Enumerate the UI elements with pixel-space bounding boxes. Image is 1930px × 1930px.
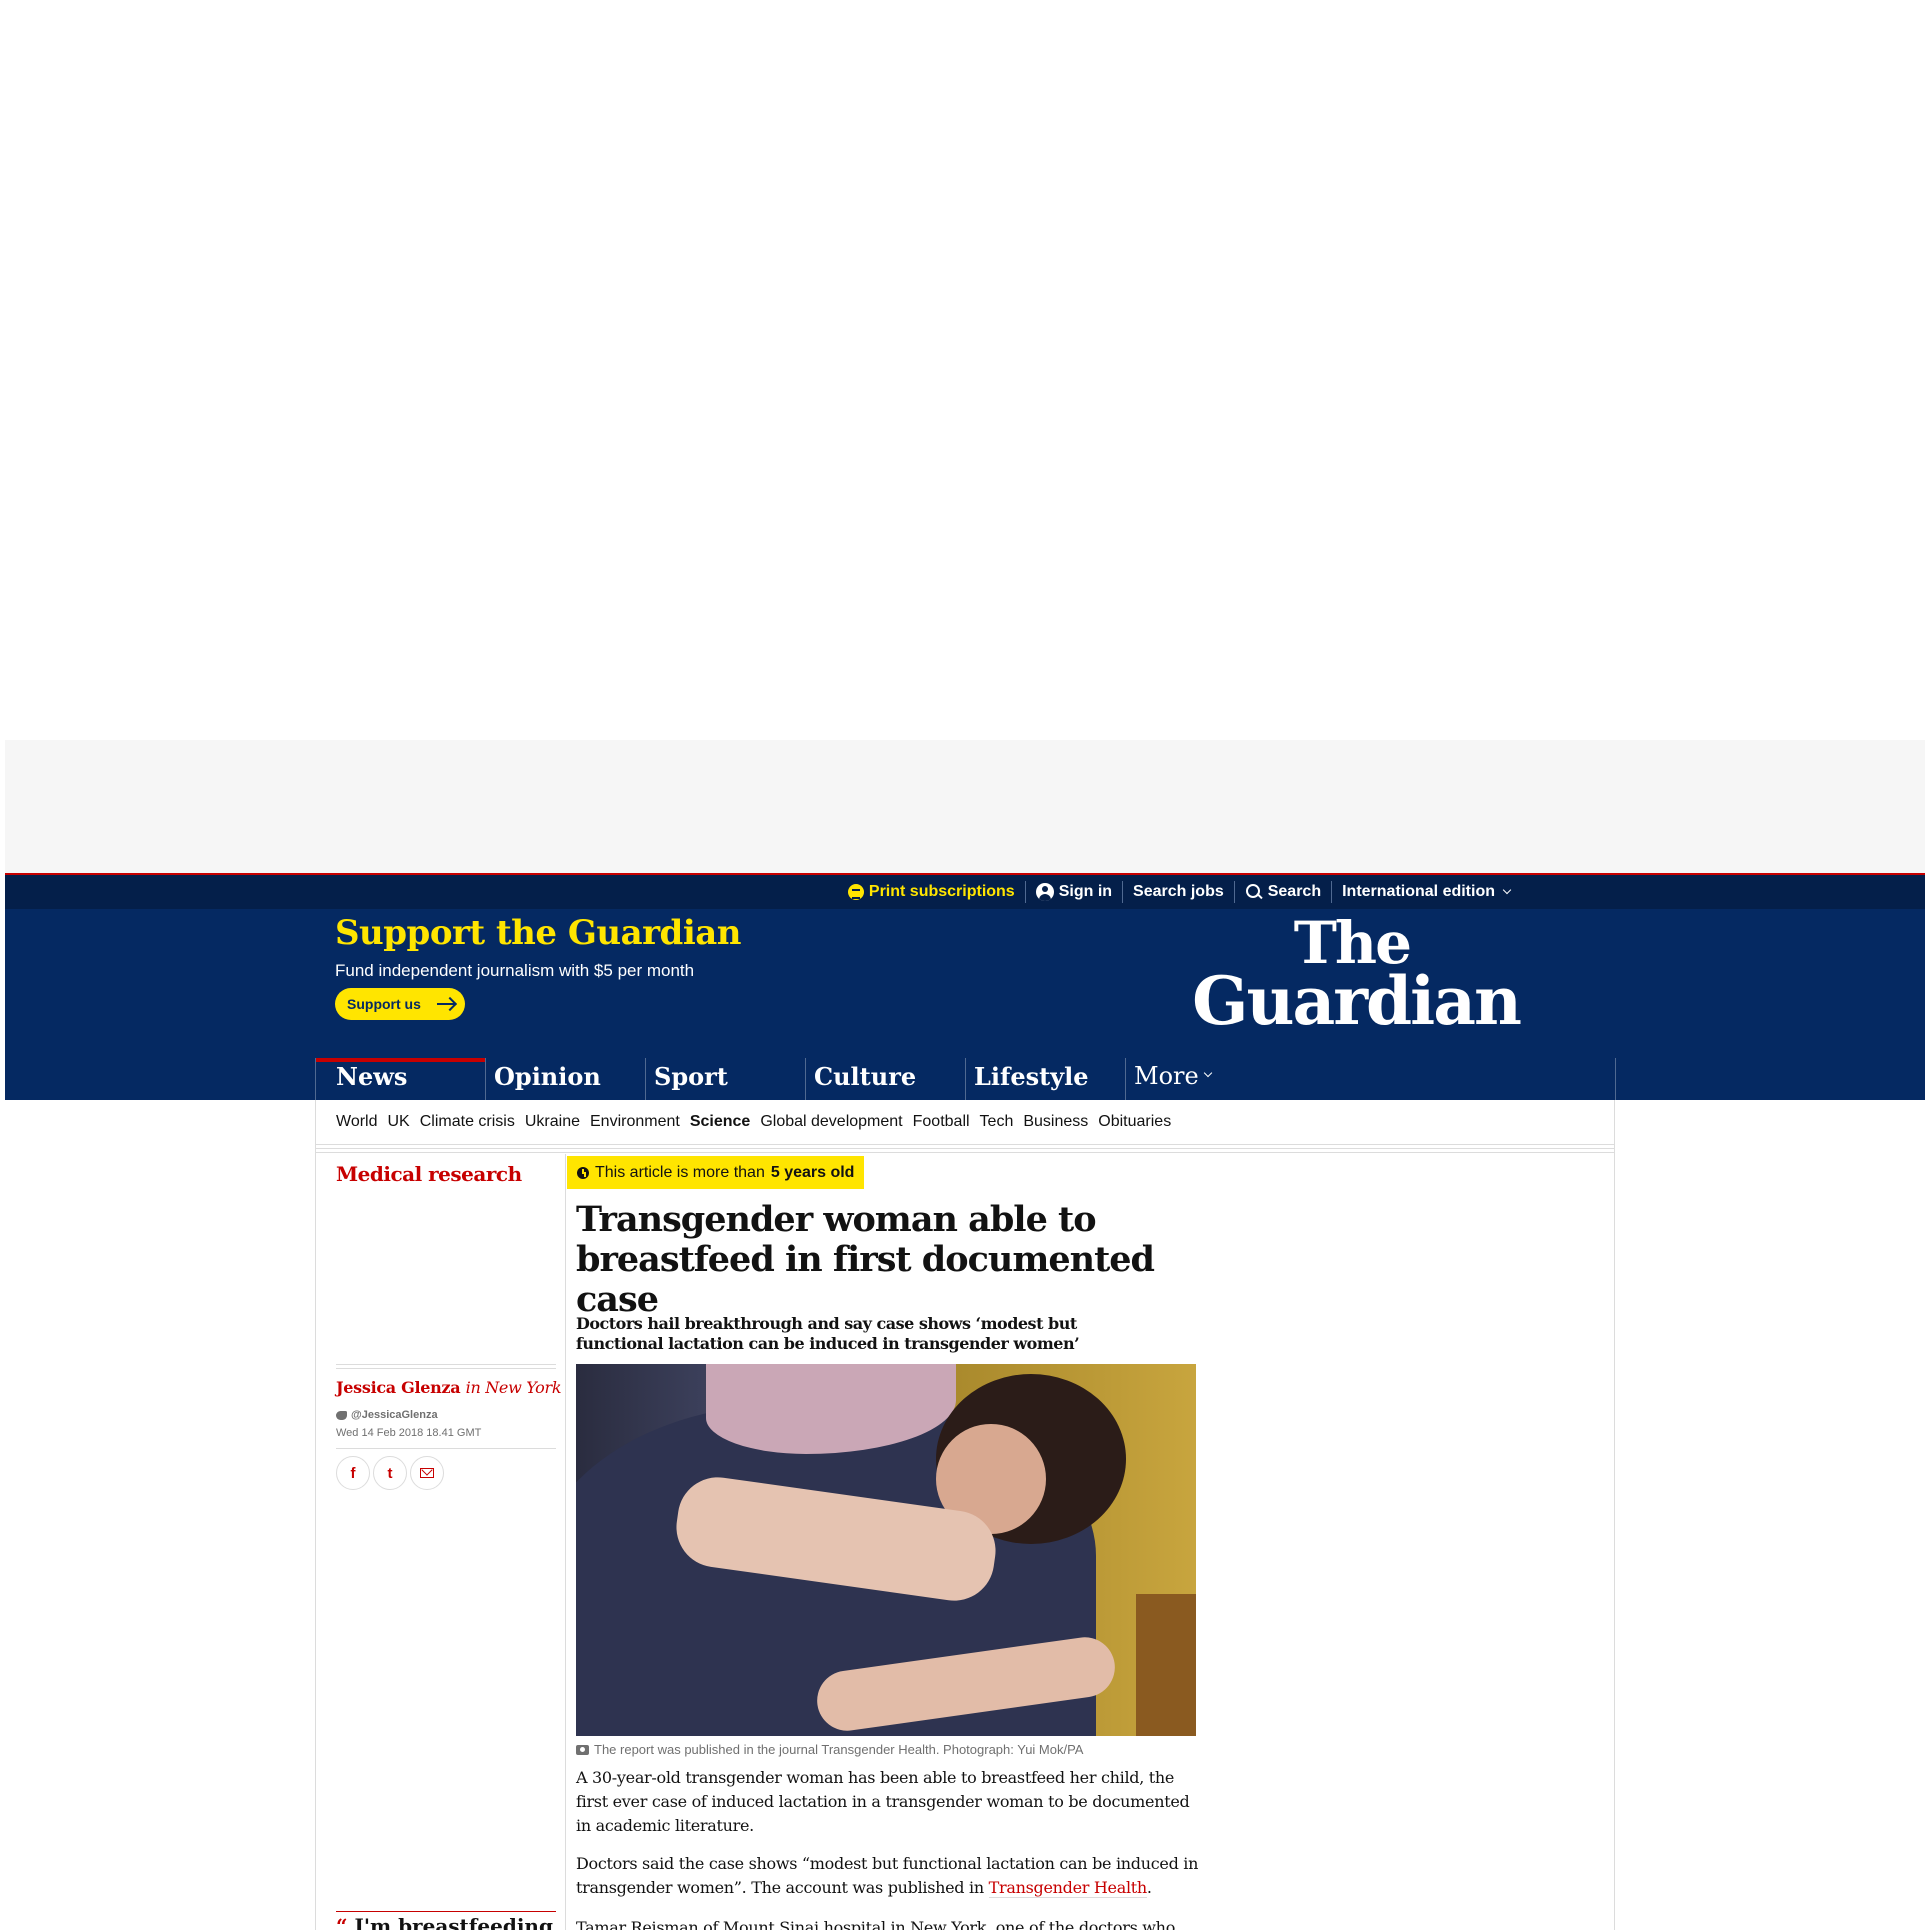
- logo-line-2: Guardian: [1192, 961, 1522, 1040]
- publish-date: Wed 14 Feb 2018 18.41 GMT: [336, 1427, 482, 1439]
- pillar-edge-divider: [1615, 1058, 1616, 1100]
- pillar-navigation: News Opinion Sport Culture Lifestyle Mor…: [5, 1058, 1925, 1100]
- person-icon: [1035, 883, 1054, 901]
- subnav-climate-crisis[interactable]: Climate crisis: [420, 1113, 515, 1131]
- search-jobs-link[interactable]: Search jobs: [1122, 881, 1234, 903]
- share-buttons: f t: [336, 1456, 444, 1490]
- guardian-logo[interactable]: The Guardian: [1192, 914, 1522, 1040]
- subnav-global-development[interactable]: Global development: [760, 1113, 902, 1131]
- print-subscriptions-label: Print subscriptions: [868, 883, 1015, 900]
- subnav-uk[interactable]: UK: [388, 1113, 410, 1131]
- facebook-share-button[interactable]: f: [336, 1456, 370, 1490]
- print-subscriptions-link[interactable]: Print subscriptions: [838, 881, 1025, 903]
- pillar-opinion[interactable]: Opinion: [485, 1058, 645, 1100]
- paragraph-2-end: .: [1146, 1878, 1152, 1897]
- camera-icon: [576, 1744, 589, 1755]
- support-title: Support the Guardian: [335, 913, 742, 953]
- clock-icon: [577, 1166, 589, 1179]
- sub-navigation: World UK Climate crisis Ukraine Environm…: [315, 1100, 1615, 1144]
- pillar-news[interactable]: News: [315, 1058, 485, 1100]
- pillar-culture[interactable]: Culture: [805, 1058, 965, 1100]
- pull-quote-text: I'm breastfeeding: [354, 1914, 553, 1930]
- subnav-environment[interactable]: Environment: [590, 1113, 680, 1131]
- article-headline: Transgender woman able to breastfeed in …: [576, 1199, 1155, 1320]
- article-age-notice: This article is more than 5 years old: [567, 1156, 865, 1189]
- section-rules: [315, 1144, 1615, 1154]
- sign-in-link[interactable]: Sign in: [1024, 881, 1122, 903]
- email-share-button[interactable]: [410, 1456, 444, 1490]
- twitter-share-button[interactable]: t: [373, 1456, 407, 1490]
- coin-icon: [847, 884, 864, 900]
- search-label: Search: [1267, 883, 1322, 900]
- chevron-down-icon: [1203, 1068, 1212, 1078]
- top-bar: Print subscriptions Sign in Search jobs …: [5, 875, 1925, 909]
- image-caption: The report was published in the journal …: [576, 1742, 1083, 1757]
- caption-text: The report was published in the journal …: [594, 1742, 1084, 1757]
- meta-rule: [336, 1448, 556, 1449]
- pillar-list: News Opinion Sport Culture Lifestyle Mor…: [315, 1058, 1245, 1100]
- author-name: Jessica Glenza: [336, 1378, 461, 1397]
- subnav-tech[interactable]: Tech: [980, 1113, 1014, 1131]
- subnav-science[interactable]: Science: [690, 1113, 750, 1131]
- twitter-handle: @JessicaGlenza: [351, 1409, 438, 1421]
- subnav-ukraine[interactable]: Ukraine: [525, 1113, 580, 1131]
- meta-rule: [336, 1368, 556, 1369]
- more-label: More: [1134, 1062, 1199, 1090]
- twitter-bird-icon: [336, 1410, 347, 1420]
- author-twitter-link[interactable]: @JessicaGlenza: [336, 1409, 438, 1421]
- subnav-business[interactable]: Business: [1023, 1113, 1088, 1131]
- advertisement-slot: [5, 740, 1925, 873]
- support-us-button[interactable]: Support us: [335, 988, 465, 1020]
- article-paragraph-2: Doctors said the case shows “modest but …: [576, 1852, 1206, 1900]
- age-notice-bold: 5 years old: [770, 1163, 855, 1181]
- subnav-obituaries[interactable]: Obituaries: [1098, 1113, 1171, 1131]
- edition-selector[interactable]: International edition: [1331, 881, 1520, 903]
- twitter-icon: t: [387, 1464, 393, 1482]
- article-container: Medical research This article is more th…: [315, 1154, 1615, 1930]
- article-standfirst: Doctors hail breakthrough and say case s…: [576, 1314, 1080, 1353]
- search-icon: [1245, 883, 1263, 901]
- support-us-label: Support us: [347, 996, 421, 1012]
- section-label[interactable]: Medical research: [336, 1162, 522, 1186]
- search-link[interactable]: Search: [1233, 881, 1331, 903]
- pillar-sport[interactable]: Sport: [645, 1058, 805, 1100]
- top-bar-links: Print subscriptions Sign in Search jobs …: [838, 875, 1520, 909]
- more-menu-button[interactable]: More: [1125, 1058, 1245, 1100]
- chevron-down-icon: [1502, 885, 1512, 895]
- sign-in-label: Sign in: [1058, 883, 1113, 900]
- edition-label: International edition: [1342, 883, 1495, 900]
- meta-rule: [336, 1364, 556, 1365]
- facebook-icon: f: [350, 1464, 356, 1482]
- article-paragraph-1: A 30-year-old transgender woman has been…: [576, 1768, 1190, 1835]
- quote-mark-icon: “: [336, 1914, 355, 1930]
- image-wood-panel: [1136, 1594, 1196, 1736]
- age-notice-prefix: This article is more than: [595, 1163, 765, 1181]
- pillar-lifestyle[interactable]: Lifestyle: [965, 1058, 1125, 1100]
- email-icon: [420, 1468, 434, 1478]
- support-subtitle: Fund independent journalism with $5 per …: [335, 961, 695, 980]
- column-divider: [565, 1154, 566, 1930]
- page: Print subscriptions Sign in Search jobs …: [0, 0, 1930, 1930]
- article-paragraph-3: Tamar Reisman of Mount Sinai hospital in…: [576, 1918, 1176, 1930]
- article-main-image[interactable]: [576, 1364, 1196, 1736]
- transgender-health-link[interactable]: Transgender Health: [988, 1878, 1147, 1898]
- arrow-right-icon: [436, 997, 457, 1011]
- subnav-world[interactable]: World: [336, 1113, 378, 1131]
- pull-quote: “ I'm breastfeeding: [336, 1911, 556, 1930]
- author-location: in New York: [465, 1378, 562, 1397]
- subnav-football[interactable]: Football: [913, 1113, 970, 1131]
- search-jobs-label: Search jobs: [1133, 883, 1224, 900]
- byline[interactable]: Jessica Glenza in New York: [336, 1378, 562, 1397]
